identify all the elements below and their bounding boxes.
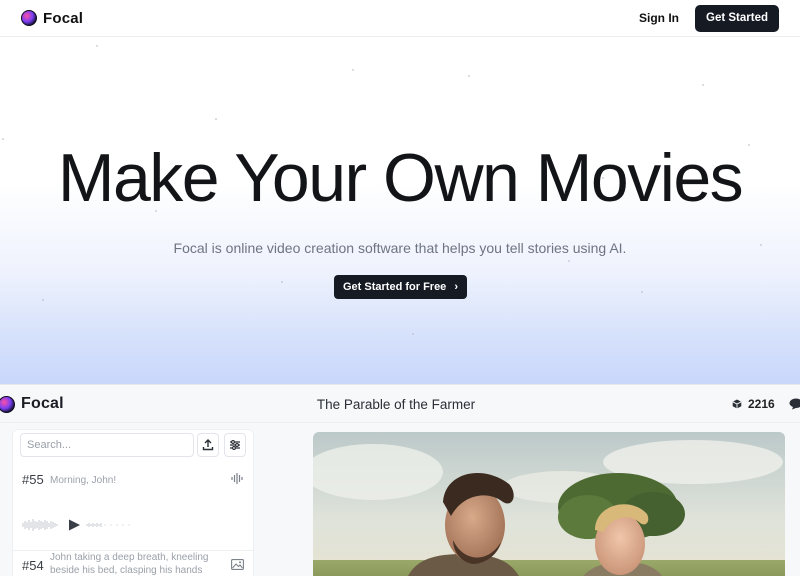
image-icon bbox=[231, 559, 244, 570]
focal-logo-icon bbox=[21, 10, 37, 26]
hero-subtitle: Focal is online video creation software … bbox=[173, 240, 627, 256]
brand-name: Focal bbox=[43, 9, 84, 27]
chat-icon[interactable] bbox=[789, 398, 800, 410]
credits-value: 2216 bbox=[748, 397, 775, 411]
decor-speck bbox=[215, 118, 217, 120]
audio-waveform[interactable] bbox=[21, 517, 131, 533]
decor-speck bbox=[96, 45, 98, 47]
upload-button[interactable] bbox=[197, 433, 219, 457]
item-number: #54 bbox=[22, 558, 44, 573]
decor-speck bbox=[702, 84, 704, 86]
hero-section: Make Your Own Movies Focal is online vid… bbox=[0, 37, 800, 384]
brand-logo[interactable]: Focal bbox=[21, 10, 83, 27]
sliders-icon bbox=[230, 440, 240, 450]
decor-speck bbox=[42, 299, 44, 301]
play-icon bbox=[69, 519, 80, 531]
app-preview: Focal The Parable of the Farmer 2216 Sea… bbox=[0, 384, 800, 576]
get-started-button[interactable]: Get Started bbox=[695, 4, 779, 32]
filter-button[interactable] bbox=[224, 433, 246, 457]
video-preview[interactable] bbox=[313, 432, 785, 576]
top-nav: Focal Sign In Get Started bbox=[0, 0, 800, 37]
decor-speck bbox=[641, 291, 643, 293]
cta-label: Get Started for Free bbox=[343, 281, 447, 293]
upload-icon bbox=[202, 439, 214, 451]
decor-speck bbox=[568, 260, 570, 262]
item-number: #55 bbox=[22, 472, 44, 487]
credits-counter[interactable]: 2216 bbox=[732, 397, 775, 411]
project-title[interactable]: The Parable of the Farmer bbox=[0, 397, 792, 412]
decor-speck bbox=[352, 69, 354, 71]
sign-in-link[interactable]: Sign In bbox=[639, 11, 679, 25]
item-text: John taking a deep breath, kneeling besi… bbox=[50, 552, 209, 576]
nav-actions: Sign In Get Started bbox=[639, 4, 779, 32]
decor-speck bbox=[281, 281, 283, 283]
hero-title: Make Your Own Movies bbox=[57, 140, 744, 216]
app-header: Focal The Parable of the Farmer 2216 bbox=[0, 385, 800, 423]
cube-icon bbox=[732, 399, 742, 409]
get-started-free-button[interactable]: Get Started for Free › bbox=[334, 275, 467, 299]
chevron-right-icon: › bbox=[454, 280, 458, 293]
search-input[interactable]: Search... bbox=[20, 433, 194, 457]
decor-speck bbox=[412, 333, 414, 335]
item-text: Morning, John! bbox=[50, 475, 117, 486]
decor-speck bbox=[468, 75, 470, 77]
movie-still-image bbox=[313, 432, 785, 576]
clip-list-panel: Search... #55 Morning, John! #54 John ta… bbox=[12, 429, 255, 576]
waveform-icon bbox=[231, 473, 243, 484]
